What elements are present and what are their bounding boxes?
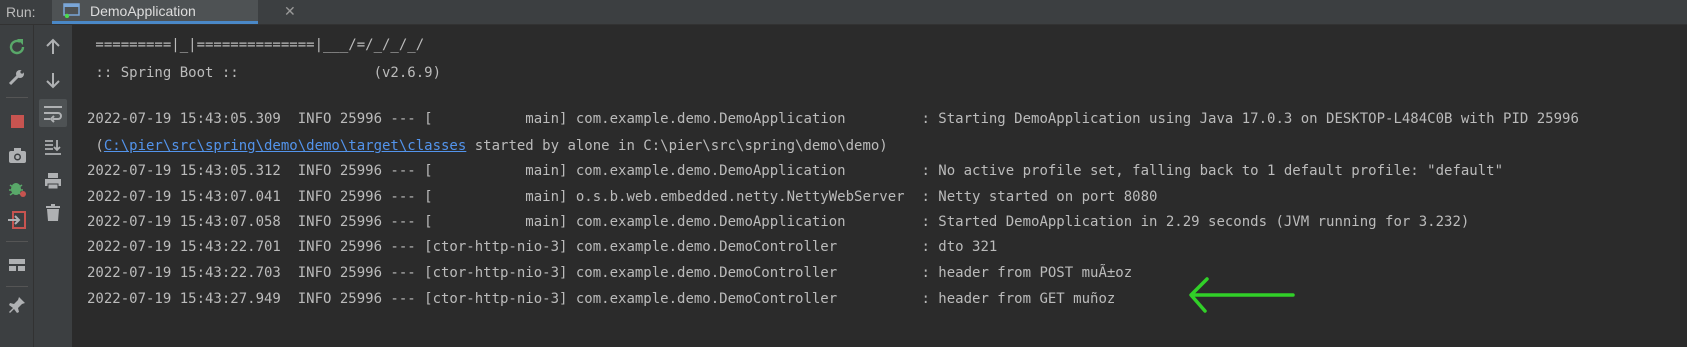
wrench-icon[interactable] (5, 65, 29, 89)
classes-path-link[interactable]: C:\pier\src\spring\demo\demo\target\clas… (104, 138, 466, 154)
log-line-get-header: 2022-07-19 15:43:27.949 INFO 25996 --- [… (87, 291, 1116, 307)
run-actions-toolbar (0, 25, 34, 347)
run-label: Run: (6, 4, 36, 20)
application-icon (63, 3, 80, 19)
run-tool-window-header: Run: DemoApplication ✕ (0, 0, 1687, 25)
tab-demo-application[interactable]: DemoApplication ✕ (52, 0, 296, 24)
log-line: 2022-07-19 15:43:22.701 INFO 25996 --- [… (87, 239, 998, 255)
camera-icon[interactable] (5, 143, 29, 167)
debug-icon[interactable] (5, 176, 29, 200)
log-line: 2022-07-19 15:43:05.312 INFO 25996 --- [… (87, 163, 1504, 179)
stop-icon[interactable] (5, 109, 29, 133)
rerun-icon[interactable] (5, 35, 29, 59)
close-icon[interactable]: ✕ (284, 3, 296, 20)
log-line-post-header: 2022-07-19 15:43:22.703 INFO 25996 --- [… (87, 265, 1133, 281)
down-arrow-icon[interactable] (41, 68, 65, 92)
started-by-text: started by alone in C:\pier\src\spring\d… (466, 138, 888, 154)
scroll-to-end-icon[interactable] (41, 135, 65, 159)
paren-open: ( (87, 138, 104, 154)
log-line: 2022-07-19 15:43:07.041 INFO 25996 --- [… (87, 189, 1158, 205)
banner-line: =========|_|==============|___/=/_/_/_/ (87, 37, 425, 53)
pin-icon[interactable] (5, 293, 29, 317)
spring-boot-version-line: :: Spring Boot :: (v2.6.9) (87, 65, 442, 81)
annotation-arrow-icon (1181, 273, 1301, 321)
soft-wrap-icon[interactable] (39, 99, 67, 127)
print-icon[interactable] (41, 169, 65, 193)
layout-icon[interactable] (5, 253, 29, 277)
up-arrow-icon[interactable] (41, 35, 65, 59)
log-line-continuation: (C:\pier\src\spring\demo\demo\target\cla… (87, 136, 888, 156)
trash-icon[interactable] (41, 201, 65, 225)
console-output[interactable]: =========|_|==============|___/=/_/_/_/ … (73, 25, 1687, 347)
exit-icon[interactable] (5, 208, 29, 232)
console-actions-toolbar (34, 25, 73, 347)
tab-title: DemoApplication (90, 3, 196, 19)
log-line: 2022-07-19 15:43:05.309 INFO 25996 --- [… (87, 111, 1579, 127)
log-line: 2022-07-19 15:43:07.058 INFO 25996 --- [… (87, 214, 1470, 230)
